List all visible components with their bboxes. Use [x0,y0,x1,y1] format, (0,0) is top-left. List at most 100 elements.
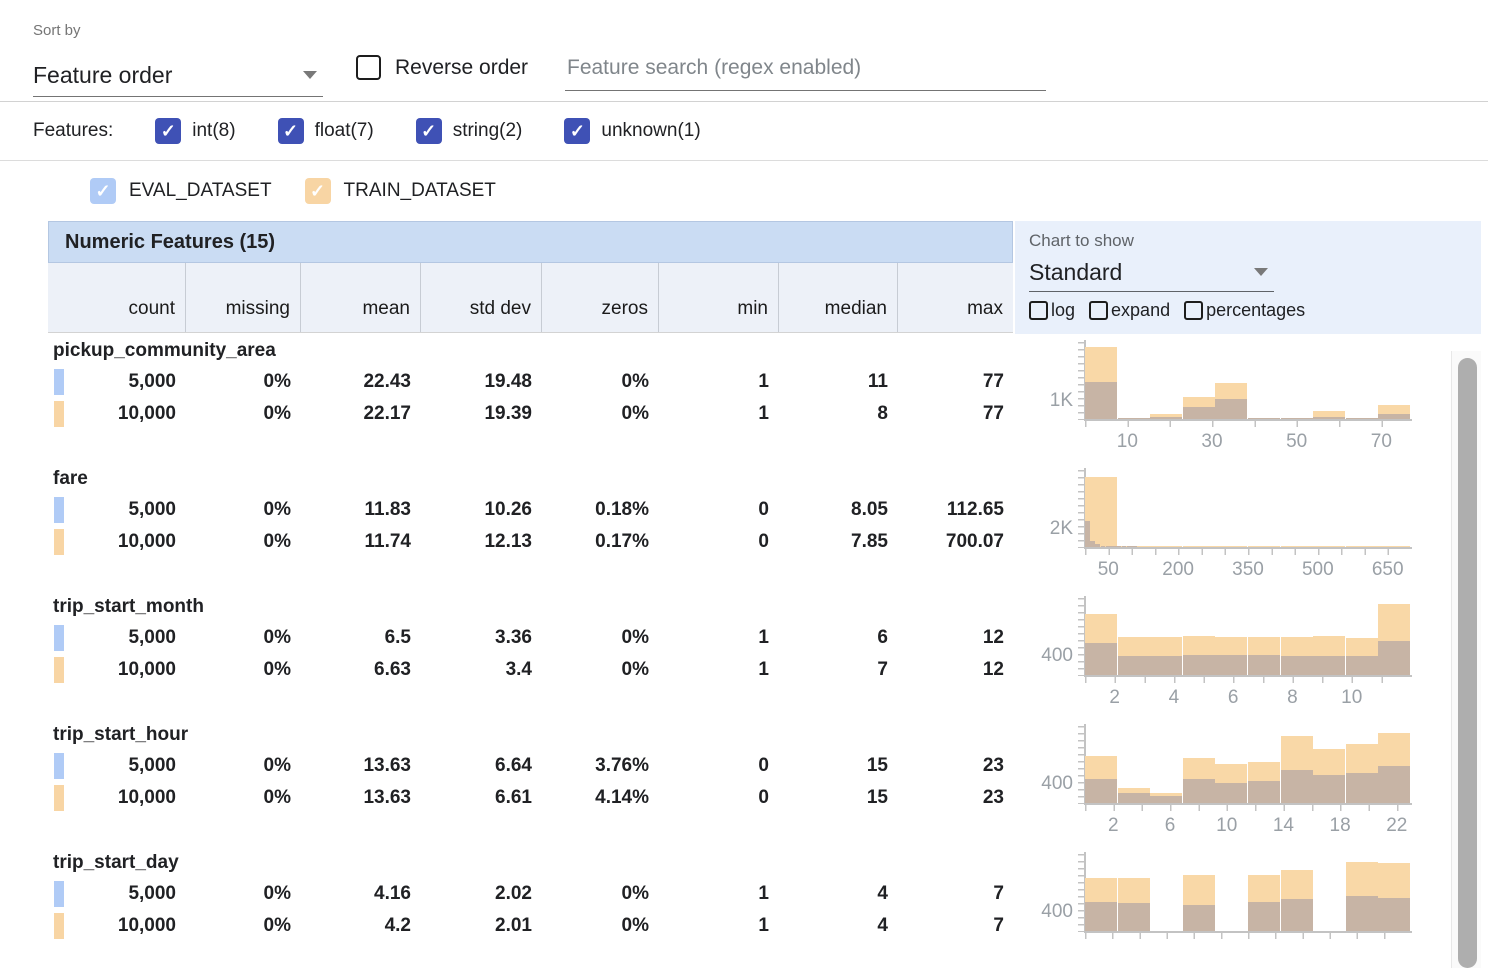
eval-histogram-bar [1085,643,1117,675]
column-header-std-dev: std dev [420,263,541,332]
eval-histogram-bar [1106,546,1111,547]
eval-histogram-bar [1183,407,1215,419]
x-axis-tick-label: 10 [1202,815,1252,837]
y-axis-tick-label: 400 [1015,644,1073,668]
eval-histogram-bar [1346,896,1378,931]
dataset-toggle-train-dataset[interactable]: ✓ TRAIN_DATASET [305,178,496,204]
x-axis-tick-label: 22 [1372,815,1422,837]
stat-cell: 10,000 [48,398,185,430]
train-histogram-bar [1378,546,1410,547]
y-axis-tick-label: 400 [1015,900,1073,924]
dataset-toggle-eval-dataset[interactable]: ✓EVAL_DATASET [90,178,272,204]
stat-cell: 0% [185,782,300,814]
stat-cell: 0% [541,622,658,654]
chart-option-label: log [1051,300,1075,321]
stat-cell: 5,000 [48,622,185,654]
stat-cell: 0% [185,910,300,942]
sort-by-label: Sort by [33,22,81,39]
stat-cell: 4 [778,878,897,910]
y-axis-tick-label: 400 [1015,772,1073,796]
train-histogram-bar [1281,546,1313,547]
stat-cell: 10,000 [48,526,185,558]
stat-cell: 0 [658,494,778,526]
check-icon: ✓ [310,182,325,200]
eval-histogram-bar [1101,546,1106,547]
stat-cell: 2.01 [420,910,541,942]
stat-cell: 4.14% [541,782,658,814]
x-axis-tick-label: 50 [1083,559,1133,581]
eval-histogram-bar [1118,793,1150,803]
stat-cell: 6.63 [300,654,420,686]
check-icon: ✓ [570,122,585,140]
chart-type-value: Standard [1029,259,1122,286]
checkbox-icon: ✓ [416,118,442,144]
chart-option-log[interactable]: log [1029,300,1075,321]
feature-search-input[interactable] [565,50,1046,90]
dataset-label: TRAIN_DATASET [344,180,496,202]
x-axis-tick-label: 2 [1088,815,1138,837]
x-axis-tick-label: 500 [1293,559,1343,581]
chart-to-show-panel: Chart to show Standard log expand percenta… [1015,221,1481,334]
x-axis-tick-label: 10 [1327,687,1377,709]
chart-option-label: expand [1111,300,1170,321]
type-filter-label: unknown(1) [601,120,700,142]
feature-name: pickup_community_area [53,339,1013,363]
dataset-swatch [54,401,64,427]
type-filter-int-8[interactable]: ✓int(8) [155,118,235,144]
stat-cell: 0% [185,622,300,654]
eval-histogram-bar [1132,546,1137,547]
chart-option-expand[interactable]: expand [1089,300,1170,321]
stat-cell: 6.5 [300,622,420,654]
stat-cell: 0.17% [541,526,658,558]
eval-histogram-bar [1313,656,1345,675]
stat-cell: 7 [897,878,1013,910]
chevron-down-icon [303,71,317,79]
type-filter-string-2[interactable]: ✓string(2) [416,118,523,144]
eval-histogram-bar [1346,418,1378,419]
chart-type-select[interactable]: Standard [1029,253,1274,292]
feature-row-trip-start-hour: trip_start_hour5,0000%13.636.643.76%0152… [48,720,1488,848]
chart-option-percentages[interactable]: percentages [1184,300,1305,321]
x-axis-tick-label: 18 [1315,815,1365,837]
stats-row-train-dataset: 10,0000%6.633.40%1712 [48,654,1013,686]
eval-histogram-bar [1183,779,1215,803]
x-axis-tick-label: 4 [1149,687,1199,709]
eval-histogram-bar [1085,521,1090,547]
train-histogram-bar [1346,546,1378,547]
sort-by-select[interactable]: Feature order [33,54,323,97]
reverse-order-checkbox[interactable]: Reverse order [356,55,528,80]
feature-stats: pickup_community_area 5,0000%22.4319.480%… [48,336,1013,430]
dataset-swatch [54,369,64,395]
type-filter-float-7[interactable]: ✓float(7) [278,118,374,144]
feature-name: trip_start_hour [53,723,1013,747]
stat-cell: 5,000 [48,750,185,782]
stats-row-eval-dataset: 5,0000%22.4319.480%11177 [48,366,1013,398]
chart-to-show-label: Chart to show [1029,231,1481,251]
stat-cell: 3.4 [420,654,541,686]
histogram-trip-start-hour: 4002610141822 [1015,720,1455,848]
eval-histogram-bar [1118,418,1150,419]
eval-histogram-bar [1085,902,1117,931]
x-axis-tick-label: 6 [1145,815,1195,837]
eval-histogram-bar [1313,417,1345,419]
stat-cell: 1 [658,398,778,430]
feature-row-trip-start-month: trip_start_month5,0000%6.53.360%161210,0… [48,592,1488,720]
stat-cell: 0% [185,398,300,430]
train-histogram-bar [1183,546,1215,547]
stat-cell: 0% [541,654,658,686]
checkbox-icon [1029,301,1048,320]
eval-histogram-bar [1248,781,1280,803]
x-axis-tick-label: 200 [1153,559,1203,581]
stat-cell: 12.13 [420,526,541,558]
type-filter-unknown-1[interactable]: ✓ unknown(1) [564,118,700,144]
scrollbar-track[interactable] [1451,351,1481,968]
checkbox-icon: ✓ [155,118,181,144]
stat-cell: 10,000 [48,782,185,814]
stat-cell: 11.74 [300,526,420,558]
eval-histogram-bar [1248,418,1280,419]
dataset-swatch [54,657,64,683]
stat-cell: 19.48 [420,366,541,398]
scrollbar-thumb[interactable] [1458,358,1477,968]
eval-histogram-bar [1281,418,1313,419]
eval-histogram-bar [1215,399,1247,419]
